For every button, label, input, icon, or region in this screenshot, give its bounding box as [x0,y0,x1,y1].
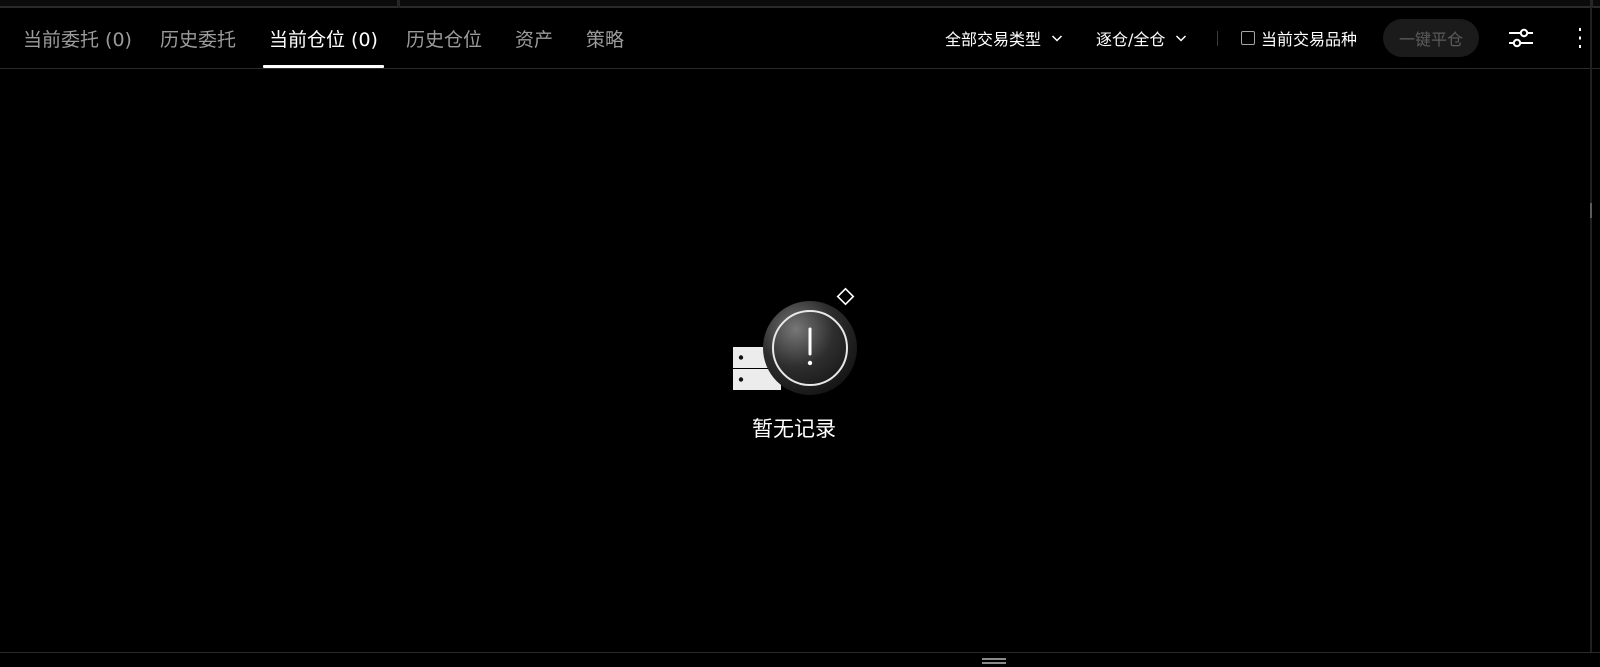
vertical-scrollbar[interactable] [1590,8,1592,653]
more-vertical-icon[interactable] [1575,25,1585,51]
chevron-down-icon [1176,35,1187,42]
margin-mode-dropdown[interactable]: 逐仓/全仓 [1096,8,1187,68]
trade-type-dropdown[interactable]: 全部交易类型 [945,8,1063,68]
current-symbol-label: 当前交易品种 [1261,30,1358,49]
empty-records-icon [733,287,857,395]
filter-settings-icon[interactable] [1508,25,1534,51]
close-all-button[interactable]: 一键平仓 [1383,19,1479,57]
chevron-down-icon [1051,35,1063,42]
resize-handle[interactable] [982,658,1006,664]
bottom-resize-bar [0,652,1600,667]
positions-panel-header: 当前委托 (0) 历史委托 当前仓位 (0) 历史仓位 资产 策略 全部交易类型… [0,8,1600,69]
panel-splitter[interactable] [397,0,400,8]
margin-mode-label: 逐仓/全仓 [1096,30,1166,49]
trade-type-label: 全部交易类型 [945,30,1042,49]
empty-state: 暂无记录 [730,285,880,445]
top-panel-divider [0,0,1600,8]
checkbox-box[interactable] [1241,31,1255,45]
header-controls: 全部交易类型 逐仓/全仓 当前交易品种 一键平仓 [0,8,1600,68]
separator [1217,31,1218,46]
panel-splitter-right[interactable] [1590,0,1593,8]
empty-state-text: 暂无记录 [752,417,836,441]
scrollbar-thumb[interactable] [1590,203,1592,218]
current-symbol-checkbox[interactable]: 当前交易品种 [1241,8,1357,68]
